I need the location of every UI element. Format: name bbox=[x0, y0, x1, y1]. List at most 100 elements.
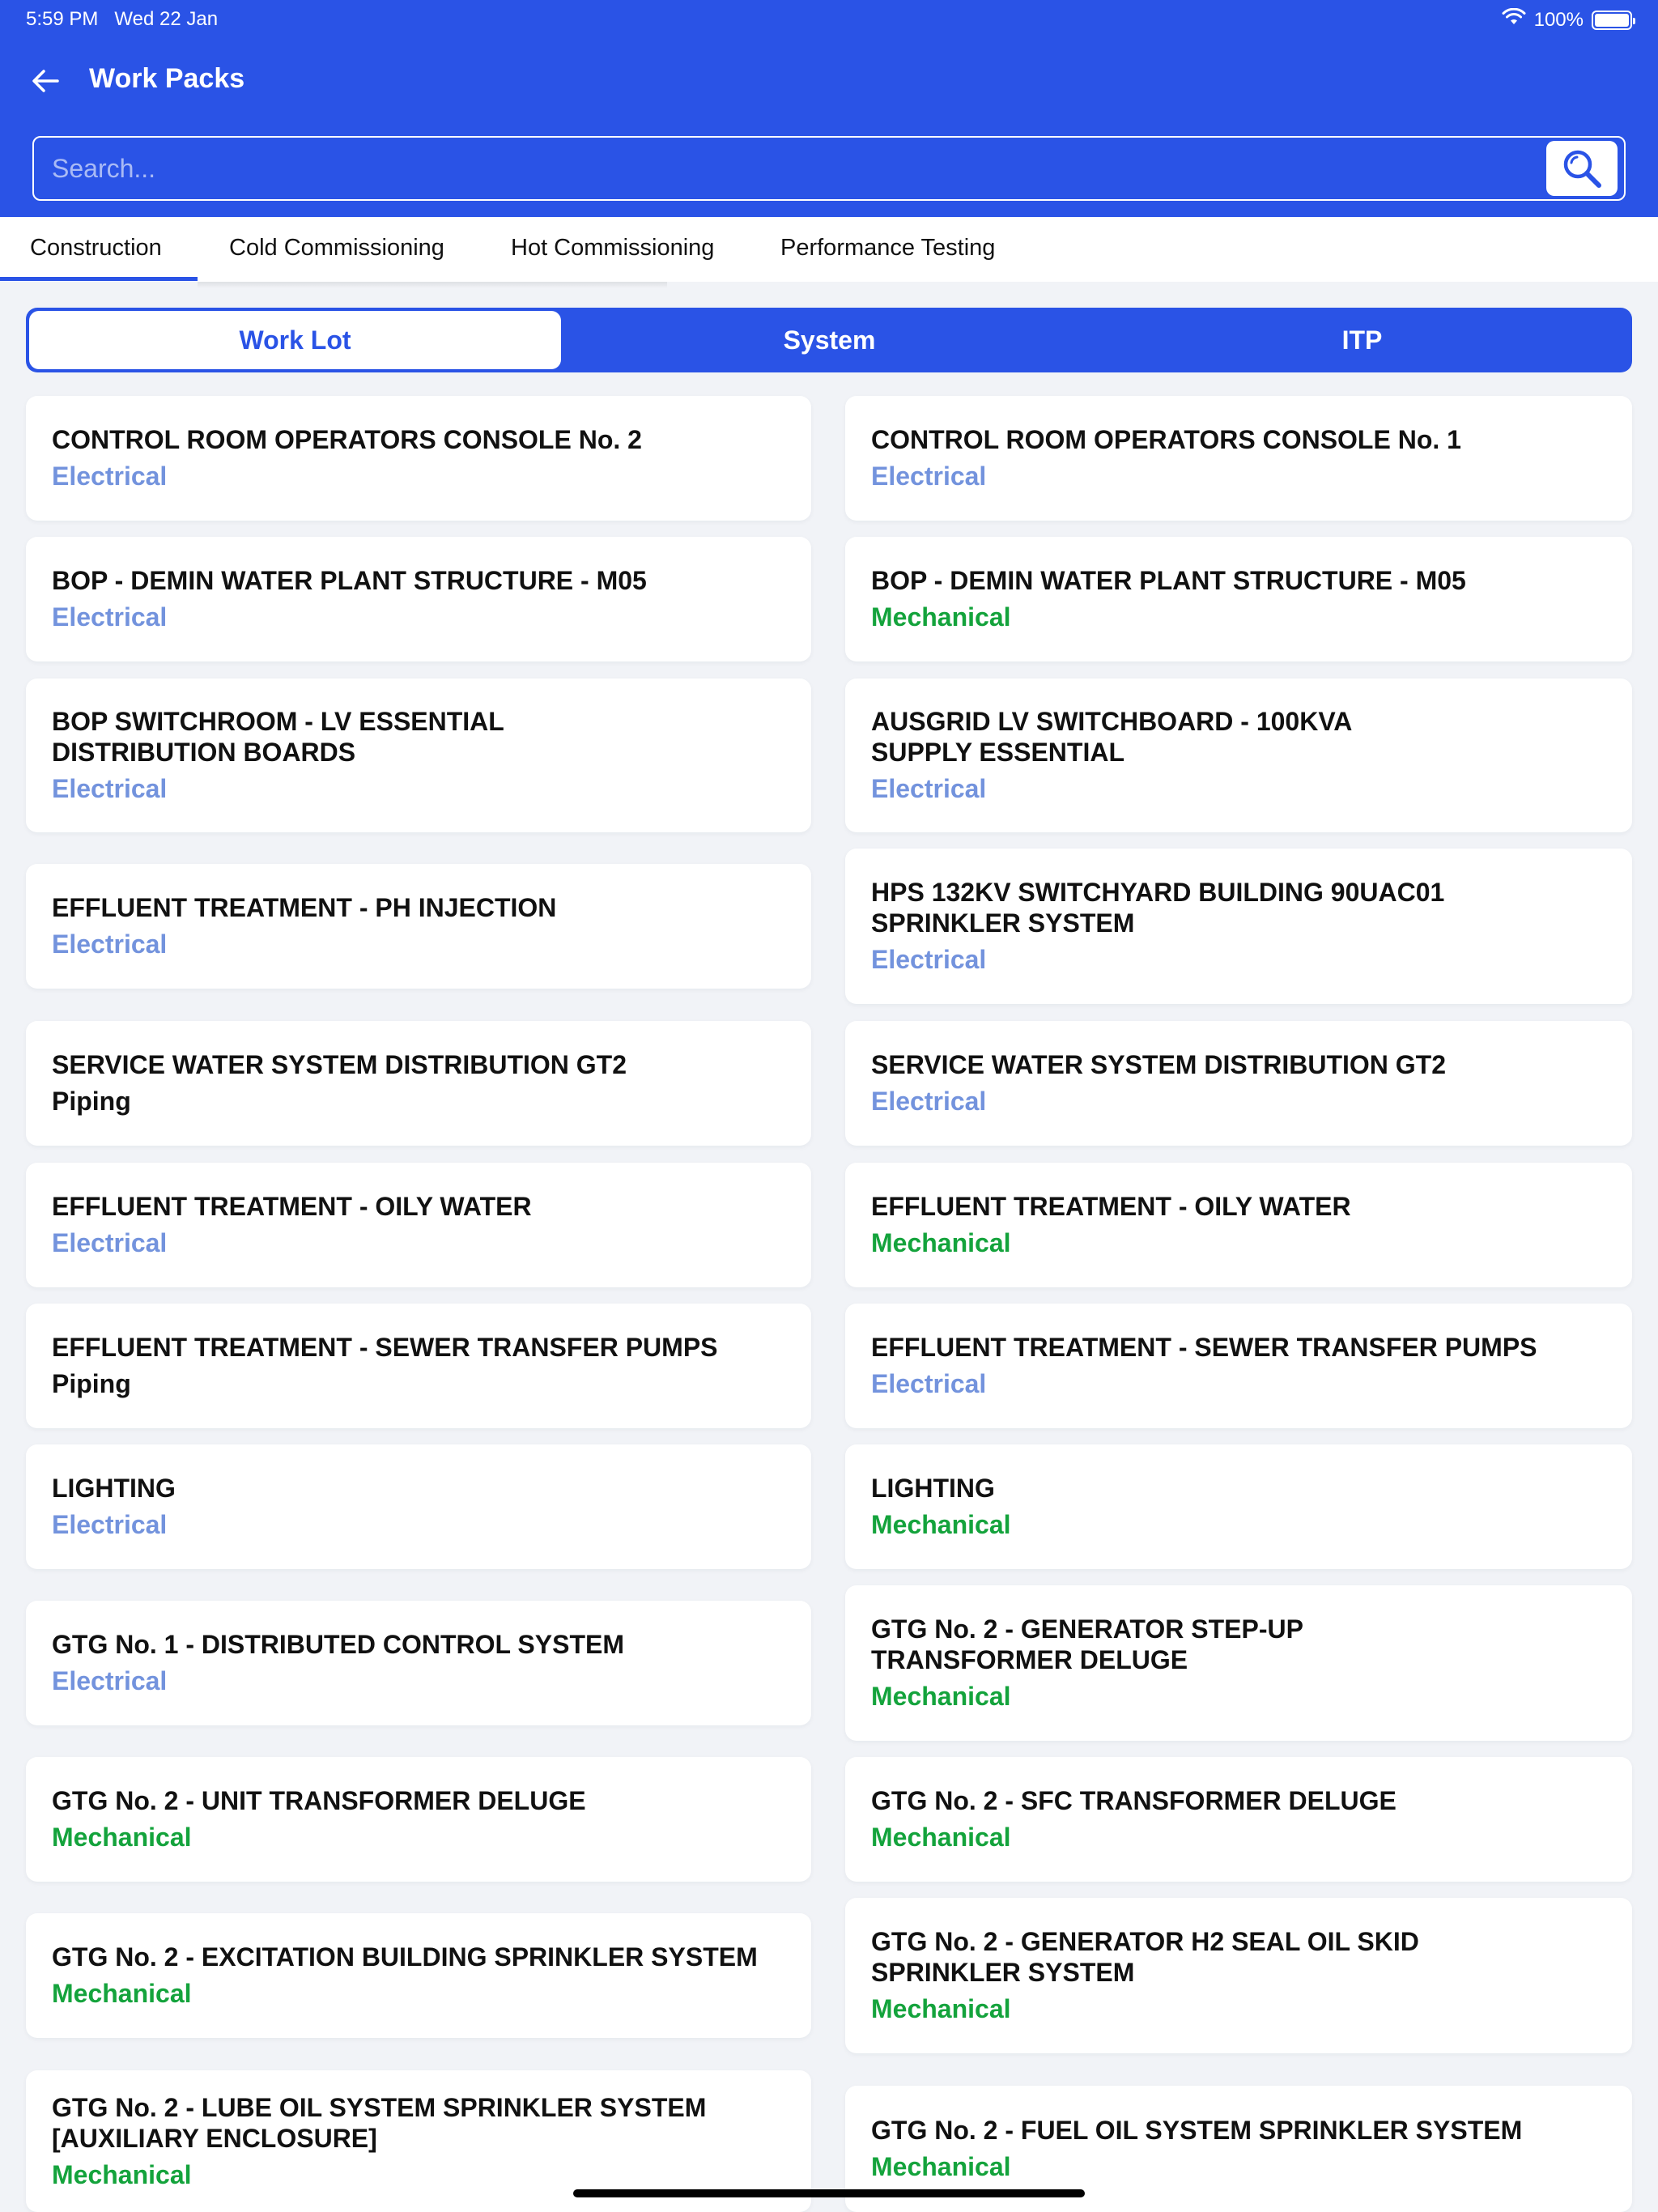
work-lot-title: GTG No. 1 - DISTRIBUTED CONTROL SYSTEM bbox=[52, 1630, 624, 1659]
work-lot-card[interactable]: GTG No. 2 - GENERATOR STEP-UP TRANSFORME… bbox=[845, 1585, 1632, 1741]
work-lot-title: EFFLUENT TREATMENT - SEWER TRANSFER PUMP… bbox=[52, 1333, 718, 1362]
work-lot-title: GTG No. 2 - SFC TRANSFORMER DELUGE bbox=[871, 1786, 1397, 1815]
work-lot-card[interactable]: SERVICE WATER SYSTEM DISTRIBUTION GT2 Ele… bbox=[845, 1021, 1632, 1146]
work-lot-card[interactable]: EFFLUENT TREATMENT - OILY WATER Electrica… bbox=[26, 1163, 811, 1287]
status-bar: 5:59 PM Wed 22 Jan 100% bbox=[0, 0, 1658, 39]
work-lot-card-content: EFFLUENT TREATMENT - OILY WATER Electrica… bbox=[52, 1191, 785, 1259]
search-button[interactable] bbox=[1546, 141, 1618, 196]
search-input[interactable] bbox=[52, 138, 1533, 199]
work-lot-card-content: AUSGRID LV SWITCHBOARD - 100KVA SUPPLY E… bbox=[871, 706, 1606, 805]
stage-tabs: Construction Cold Commissioning Hot Comm… bbox=[0, 217, 1658, 282]
work-lot-card-content: EFFLUENT TREATMENT - PH INJECTION Electri… bbox=[52, 892, 785, 960]
battery-percent: 100% bbox=[1533, 8, 1584, 31]
work-lot-card[interactable]: BOP - DEMIN WATER PLANT STRUCTURE - M05 M… bbox=[845, 537, 1632, 661]
work-lot-discipline: Mechanical bbox=[871, 1228, 1011, 1257]
tab-construction[interactable]: Construction bbox=[30, 235, 162, 262]
work-lot-card[interactable]: BOP SWITCHROOM - LV ESSENTIAL DISTRIBUTI… bbox=[26, 678, 811, 832]
status-time-date: 5:59 PM Wed 22 Jan bbox=[26, 8, 218, 31]
battery-level bbox=[1595, 13, 1629, 27]
work-lot-card-content: GTG No. 1 - DISTRIBUTED CONTROL SYSTEM El… bbox=[52, 1629, 785, 1697]
work-lot-discipline: Mechanical bbox=[871, 1510, 1011, 1539]
tab-cold-commissioning[interactable]: Cold Commissioning bbox=[229, 235, 444, 262]
work-lot-card-content: EFFLUENT TREATMENT - SEWER TRANSFER PUMP… bbox=[871, 1332, 1606, 1400]
work-lot-discipline: Electrical bbox=[52, 1666, 168, 1695]
work-lot-discipline: Electrical bbox=[52, 774, 168, 803]
tab-performance-testing[interactable]: Performance Testing bbox=[780, 235, 995, 262]
work-lot-title: LIGHTING bbox=[871, 1474, 995, 1503]
work-lot-discipline: Electrical bbox=[52, 462, 168, 491]
work-lot-card[interactable]: HPS 132KV SWITCHYARD BUILDING 90UAC01 SP… bbox=[845, 849, 1632, 1004]
page-title: Work Packs bbox=[89, 63, 245, 94]
work-lot-title: GTG No. 2 - EXCITATION BUILDING SPRINKLE… bbox=[52, 1942, 758, 1972]
work-lot-card-content: SERVICE WATER SYSTEM DISTRIBUTION GT2 Pip… bbox=[52, 1049, 785, 1117]
work-lot-card[interactable]: EFFLUENT TREATMENT - SEWER TRANSFER PUMP… bbox=[26, 1304, 811, 1428]
work-lot-card-content: EFFLUENT TREATMENT - OILY WATER Mechanica… bbox=[871, 1191, 1606, 1259]
work-lot-card[interactable]: GTG No. 2 - EXCITATION BUILDING SPRINKLE… bbox=[26, 1913, 811, 2038]
segment-work-lot[interactable]: Work Lot bbox=[29, 311, 561, 369]
work-lot-title: GTG No. 2 - UNIT TRANSFORMER DELUGE bbox=[52, 1786, 586, 1815]
work-lot-title: HPS 132KV SWITCHYARD BUILDING 90UAC01 SP… bbox=[871, 878, 1445, 938]
work-lot-card[interactable]: GTG No. 2 - UNIT TRANSFORMER DELUGE Mecha… bbox=[26, 1757, 811, 1882]
tab-bar-shadow bbox=[198, 282, 667, 288]
work-lot-card-content: GTG No. 2 - FUEL OIL SYSTEM SPRINKLER SY… bbox=[871, 2115, 1606, 2183]
work-lot-title: LIGHTING bbox=[52, 1474, 176, 1503]
back-button[interactable] bbox=[26, 62, 65, 100]
work-lot-card[interactable]: GTG No. 2 - GENERATOR H2 SEAL OIL SKID S… bbox=[845, 1898, 1632, 2053]
work-lot-discipline: Mechanical bbox=[871, 1823, 1011, 1852]
work-lot-card-content: GTG No. 2 - GENERATOR H2 SEAL OIL SKID S… bbox=[871, 1926, 1606, 2025]
work-lot-discipline: Mechanical bbox=[52, 2159, 192, 2189]
work-lot-discipline: Mechanical bbox=[871, 2152, 1011, 2181]
work-lot-discipline: Mechanical bbox=[871, 1682, 1011, 1711]
work-lot-title: BOP - DEMIN WATER PLANT STRUCTURE - M05 bbox=[871, 566, 1466, 595]
work-lot-card-content: CONTROL ROOM OPERATORS CONSOLE No. 1 Elec… bbox=[871, 424, 1606, 492]
arrow-left-icon bbox=[32, 70, 59, 92]
work-lot-card[interactable]: AUSGRID LV SWITCHBOARD - 100KVA SUPPLY E… bbox=[845, 678, 1632, 832]
work-lot-card[interactable]: GTG No. 1 - DISTRIBUTED CONTROL SYSTEM El… bbox=[26, 1601, 811, 1725]
work-lot-card[interactable]: SERVICE WATER SYSTEM DISTRIBUTION GT2 Pip… bbox=[26, 1021, 811, 1146]
app-header: 5:59 PM Wed 22 Jan 100% Work Packs bbox=[0, 0, 1658, 217]
work-lot-card[interactable]: LIGHTING Mechanical bbox=[845, 1444, 1632, 1569]
work-lot-title: EFFLUENT TREATMENT - OILY WATER bbox=[52, 1192, 532, 1221]
work-lot-discipline: Piping bbox=[52, 1087, 131, 1116]
work-lot-card[interactable]: LIGHTING Electrical bbox=[26, 1444, 811, 1569]
work-lot-title: BOP - DEMIN WATER PLANT STRUCTURE - M05 bbox=[52, 566, 647, 595]
work-lot-discipline: Electrical bbox=[871, 774, 987, 803]
wifi-icon bbox=[1502, 7, 1526, 32]
work-lot-card[interactable]: EFFLUENT TREATMENT - SEWER TRANSFER PUMP… bbox=[845, 1304, 1632, 1428]
work-lot-card-content: BOP SWITCHROOM - LV ESSENTIAL DISTRIBUTI… bbox=[52, 706, 785, 805]
work-lot-discipline: Electrical bbox=[52, 1228, 168, 1257]
work-lot-card[interactable]: GTG No. 2 - SFC TRANSFORMER DELUGE Mechan… bbox=[845, 1757, 1632, 1882]
work-lot-title: SERVICE WATER SYSTEM DISTRIBUTION GT2 bbox=[871, 1050, 1446, 1079]
work-lot-card-content: HPS 132KV SWITCHYARD BUILDING 90UAC01 SP… bbox=[871, 877, 1606, 976]
work-lot-card[interactable]: EFFLUENT TREATMENT - PH INJECTION Electri… bbox=[26, 864, 811, 989]
status-date: Wed 22 Jan bbox=[114, 8, 219, 30]
work-lot-card-content: GTG No. 2 - EXCITATION BUILDING SPRINKLE… bbox=[52, 1942, 785, 2010]
tab-hot-commissioning[interactable]: Hot Commissioning bbox=[511, 235, 714, 262]
work-lot-card[interactable]: EFFLUENT TREATMENT - OILY WATER Mechanica… bbox=[845, 1163, 1632, 1287]
work-lot-discipline: Electrical bbox=[871, 1369, 987, 1398]
segment-system[interactable]: System bbox=[563, 311, 1095, 369]
work-lot-discipline: Mechanical bbox=[52, 1979, 192, 2008]
work-lot-title: CONTROL ROOM OPERATORS CONSOLE No. 1 bbox=[871, 425, 1461, 454]
work-lot-card[interactable]: BOP - DEMIN WATER PLANT STRUCTURE - M05 E… bbox=[26, 537, 811, 661]
work-lot-title: GTG No. 2 - GENERATOR H2 SEAL OIL SKID S… bbox=[871, 1927, 1419, 1987]
work-lot-discipline: Piping bbox=[52, 1369, 131, 1398]
work-lot-discipline: Electrical bbox=[52, 1510, 168, 1539]
work-lot-card-content: GTG No. 2 - SFC TRANSFORMER DELUGE Mechan… bbox=[871, 1785, 1606, 1853]
search-icon bbox=[1563, 150, 1601, 188]
work-lot-discipline: Mechanical bbox=[52, 1823, 192, 1852]
work-lot-title: BOP SWITCHROOM - LV ESSENTIAL DISTRIBUTI… bbox=[52, 707, 504, 767]
active-tab-indicator bbox=[0, 277, 198, 281]
work-lot-discipline: Electrical bbox=[871, 945, 987, 974]
work-lot-card-content: EFFLUENT TREATMENT - SEWER TRANSFER PUMP… bbox=[52, 1332, 785, 1400]
work-lot-discipline: Mechanical bbox=[871, 1994, 1011, 2023]
work-lot-card-content: GTG No. 2 - UNIT TRANSFORMER DELUGE Mecha… bbox=[52, 1785, 785, 1853]
work-lot-card[interactable]: CONTROL ROOM OPERATORS CONSOLE No. 1 Elec… bbox=[845, 396, 1632, 521]
work-lot-title: CONTROL ROOM OPERATORS CONSOLE No. 2 bbox=[52, 425, 642, 454]
segment-itp[interactable]: ITP bbox=[1096, 311, 1628, 369]
work-lot-title: AUSGRID LV SWITCHBOARD - 100KVA SUPPLY E… bbox=[871, 707, 1353, 767]
work-lot-discipline: Electrical bbox=[52, 929, 168, 959]
work-lot-card-content: GTG No. 2 - LUBE OIL SYSTEM SPRINKLER SY… bbox=[52, 2092, 785, 2191]
work-lot-card[interactable]: CONTROL ROOM OPERATORS CONSOLE No. 2 Elec… bbox=[26, 396, 811, 521]
search-bar bbox=[32, 136, 1626, 201]
